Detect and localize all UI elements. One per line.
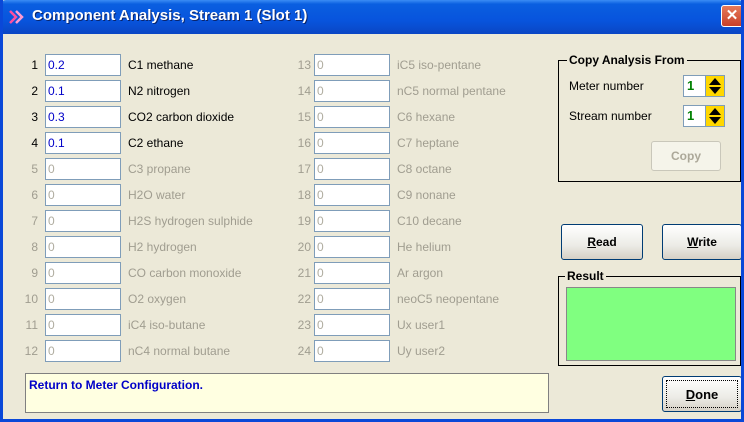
meter-number-spinner[interactable]: 1	[683, 75, 725, 97]
component-number: 19	[297, 214, 311, 228]
component-number: 13	[297, 58, 311, 72]
component-label: C8 octane	[397, 162, 452, 176]
component-label: Uy user2	[397, 344, 446, 358]
component-label: iC5 iso-pentane	[397, 58, 482, 72]
component-label: C7 heptane	[397, 136, 460, 150]
read-accel: R	[587, 235, 596, 249]
done-focus-rect: Done	[666, 380, 738, 408]
component-label: C10 decane	[397, 214, 462, 228]
component-row: 15 0 C6 hexane	[3, 106, 563, 128]
copy-button[interactable]: Copy	[651, 141, 721, 171]
component-row: 16 0 C7 heptane	[3, 132, 563, 154]
meter-spin-arrows-icon[interactable]	[705, 76, 724, 96]
component-label: Ar argon	[397, 266, 444, 280]
component-value-input[interactable]: 0	[314, 184, 390, 206]
component-label: nC5 normal pentane	[397, 84, 506, 98]
component-value-input[interactable]: 0	[314, 54, 390, 76]
close-button[interactable]: ✕	[721, 5, 741, 27]
title-bar[interactable]: Component Analysis, Stream 1 (Slot 1) ✕	[3, 0, 741, 34]
component-label: Ux user1	[397, 318, 446, 332]
component-label: C6 hexane	[397, 110, 456, 124]
result-indicator	[566, 287, 736, 361]
component-number: 20	[297, 240, 311, 254]
component-row: 23 0 Ux user1	[3, 314, 563, 336]
write-label: rite	[698, 235, 717, 249]
component-label: C9 nonane	[397, 188, 456, 202]
component-number: 21	[297, 266, 311, 280]
component-value-input[interactable]: 0	[314, 314, 390, 336]
component-number: 14	[297, 84, 311, 98]
stream-number-value: 1	[687, 108, 695, 123]
status-bar: Return to Meter Configuration.	[25, 373, 549, 413]
copy-analysis-title: Copy Analysis From	[567, 53, 687, 67]
read-label: ead	[595, 235, 617, 249]
result-group: Result	[558, 269, 741, 366]
meter-number-label: Meter number	[569, 79, 644, 93]
component-value-input[interactable]: 0	[314, 236, 390, 258]
write-accel: W	[687, 235, 699, 249]
stream-number-label: Stream number	[569, 109, 652, 123]
component-row: 21 0 Ar argon	[3, 262, 563, 284]
component-value-input[interactable]: 0	[314, 288, 390, 310]
meter-number-value: 1	[687, 78, 695, 93]
copy-analysis-group: Copy Analysis From Meter number 1 Stream…	[558, 53, 741, 182]
component-value-input[interactable]: 0	[314, 80, 390, 102]
component-number: 15	[297, 110, 311, 124]
component-number: 18	[297, 188, 311, 202]
component-label: He helium	[397, 240, 452, 254]
component-value-input[interactable]: 0	[314, 262, 390, 284]
write-button[interactable]: Write	[662, 224, 741, 260]
component-number: 24	[297, 344, 311, 358]
read-button[interactable]: Read	[561, 224, 643, 260]
component-row: 14 0 nC5 normal pentane	[3, 80, 563, 102]
component-label: neoC5 neopentane	[397, 292, 500, 306]
status-text: Return to Meter Configuration.	[29, 378, 203, 392]
component-value-input[interactable]: 0	[314, 210, 390, 232]
component-analysis-window: Component Analysis, Stream 1 (Slot 1) ✕ …	[0, 0, 744, 422]
component-row: 17 0 C8 octane	[3, 158, 563, 180]
component-row: 20 0 He helium	[3, 236, 563, 258]
done-button[interactable]: Done	[662, 376, 741, 412]
component-number: 17	[297, 162, 311, 176]
component-value-input[interactable]: 0	[314, 158, 390, 180]
result-title: Result	[565, 269, 606, 283]
window-title: Component Analysis, Stream 1 (Slot 1)	[32, 7, 308, 24]
component-row: 22 0 neoC5 neopentane	[3, 288, 563, 310]
component-row: 13 0 iC5 iso-pentane	[3, 54, 563, 76]
stream-spin-arrows-icon[interactable]	[705, 106, 724, 126]
component-row: 24 0 Uy user2	[3, 340, 563, 362]
component-row: 18 0 C9 nonane	[3, 184, 563, 206]
app-icon	[9, 10, 24, 24]
component-number: 22	[297, 292, 311, 306]
stream-number-spinner[interactable]: 1	[683, 105, 725, 127]
component-value-input[interactable]: 0	[314, 340, 390, 362]
component-value-input[interactable]: 0	[314, 106, 390, 128]
component-value-input[interactable]: 0	[314, 132, 390, 154]
component-row: 19 0 C10 decane	[3, 210, 563, 232]
component-number: 23	[297, 318, 311, 332]
done-accel: D	[685, 387, 696, 402]
done-label: one	[695, 387, 719, 402]
component-number: 16	[297, 136, 311, 150]
close-icon: ✕	[725, 7, 739, 24]
